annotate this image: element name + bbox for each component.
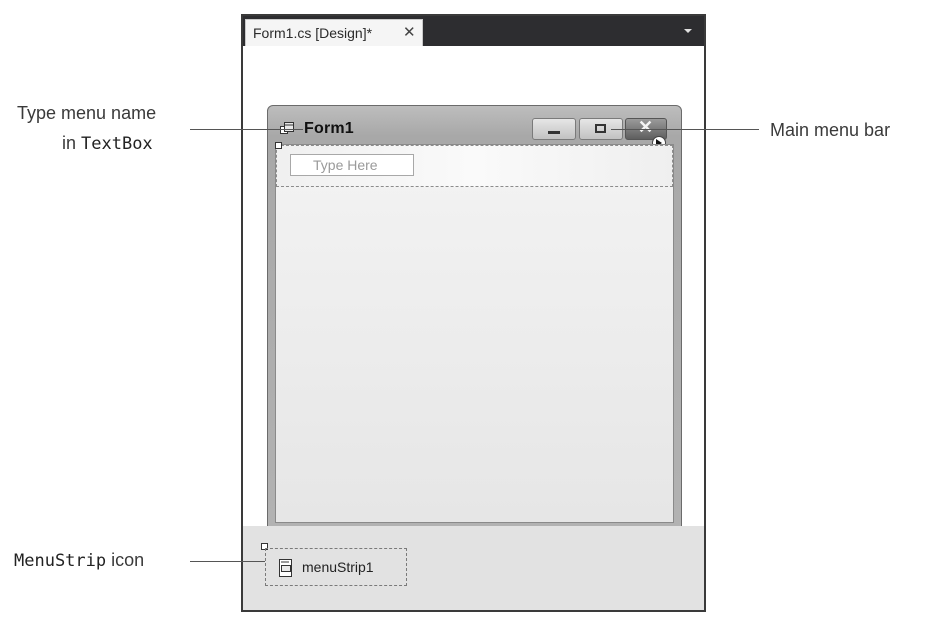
callout-type-menu-prefix: in: [62, 133, 82, 153]
callout-menustrip-icon: MenuStrip icon: [14, 550, 144, 571]
design-surface: Form1 ✕ Type Here: [243, 46, 704, 530]
form-title: Form1: [304, 120, 354, 137]
document-tab-label: Form1.cs [Design]*: [253, 25, 373, 41]
document-tab-form1-design[interactable]: Form1.cs [Design]* ✕: [245, 19, 423, 46]
tab-close-icon[interactable]: ✕: [403, 23, 416, 41]
callout-type-menu-line2: in TextBox: [62, 133, 153, 154]
callout-line-menu-bar: [611, 129, 759, 130]
callout-textbox-code: TextBox: [81, 134, 153, 154]
maximize-icon: [595, 124, 606, 133]
document-tab-bar: Form1.cs [Design]* ✕: [243, 16, 704, 46]
callout-type-menu-line1: Type menu name: [17, 103, 157, 123]
menustrip-component[interactable]: menuStrip1: [265, 548, 407, 586]
callout-menustrip-code: MenuStrip: [14, 551, 107, 571]
callout-line-textbox: [190, 129, 303, 130]
designer-window: Form1.cs [Design]* ✕ Form1 ✕ Type Here m…: [241, 14, 706, 612]
selection-handle[interactable]: [275, 142, 282, 149]
form1-window[interactable]: Form1 ✕ Type Here: [267, 105, 682, 530]
minimize-button[interactable]: [532, 118, 576, 140]
callout-line-menustrip: [190, 561, 265, 562]
menustrip-icon: [278, 558, 294, 583]
main-menu-bar[interactable]: Type Here: [275, 142, 673, 187]
chevron-down-icon[interactable]: [684, 29, 692, 33]
callout-menustrip-suffix: icon: [106, 550, 145, 570]
form-icon: [280, 122, 298, 141]
menustrip-label: menuStrip1: [302, 559, 374, 575]
callout-main-menu-bar: Main menu bar: [770, 120, 891, 140]
close-icon: ✕: [638, 117, 654, 137]
form-client-area[interactable]: Type Here: [275, 142, 674, 523]
component-tray: menuStrip1: [243, 526, 704, 610]
minimize-icon: [548, 131, 560, 134]
menu-name-textbox[interactable]: Type Here: [290, 154, 414, 176]
